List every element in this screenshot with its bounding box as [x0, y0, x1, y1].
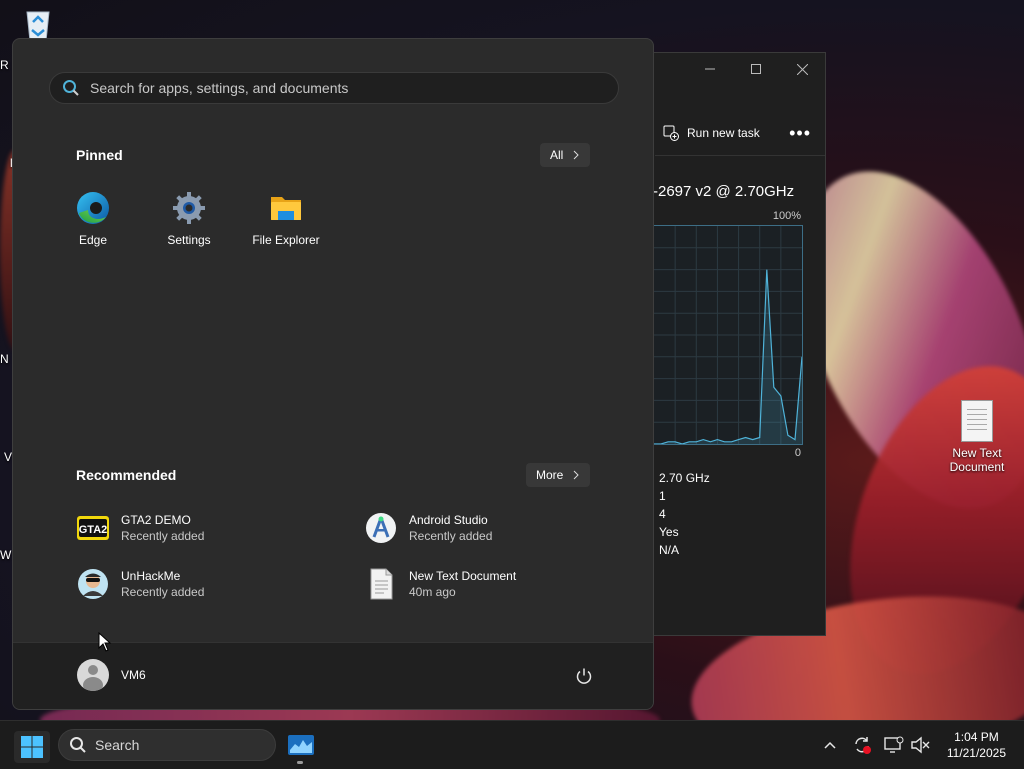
cache-value: N/A [659, 543, 680, 557]
recycle-bin-icon[interactable] [18, 6, 58, 42]
recommended-item-gta2[interactable]: GTA2 GTA2 DEMO Recently added [77, 512, 204, 544]
close-button[interactable] [779, 53, 825, 85]
taskbar-app-task-manager[interactable] [286, 729, 316, 761]
svg-text:GTA2: GTA2 [79, 524, 108, 536]
recommended-item-subtitle: Recently added [121, 529, 205, 543]
chevron-right-icon [573, 150, 580, 160]
recommended-item-subtitle: Recently added [121, 585, 205, 599]
text-document-icon [370, 568, 393, 600]
volume-muted-icon [911, 736, 930, 754]
windows-logo-icon [21, 736, 43, 758]
all-apps-label: All [550, 148, 564, 162]
cpu-stats: 2.70 GHz 1 4 Yes N/A [659, 469, 710, 559]
user-account-button[interactable]: VM6 [77, 659, 146, 691]
running-indicator [297, 761, 303, 764]
sync-error-icon [855, 737, 871, 754]
settings-gear-icon [173, 192, 205, 224]
start-search-box[interactable] [49, 72, 619, 104]
volume-button[interactable] [910, 735, 930, 755]
pinned-app-file-explorer[interactable]: File Explorer [241, 191, 331, 247]
start-menu-footer: VM6 [13, 642, 653, 709]
gta2-icon: GTA2 [77, 516, 109, 540]
pinned-app-edge[interactable]: Edge [48, 191, 138, 247]
chevron-up-icon [824, 741, 836, 749]
search-icon [63, 80, 79, 96]
task-manager-window[interactable]: Run new task ••• -2697 v2 @ 2.70GHz 100%… [640, 52, 826, 636]
desktop-new-text-document[interactable]: New Text Document [944, 400, 1010, 474]
folder-icon [271, 197, 301, 220]
pinned-app-label: Settings [167, 233, 211, 247]
chevron-right-icon [573, 470, 580, 480]
text-document-icon [961, 400, 993, 442]
cpu-model-name: -2697 v2 @ 2.70GHz [653, 183, 795, 200]
task-manager-titlebar [641, 53, 825, 85]
mouse-cursor-icon [98, 632, 112, 652]
recommended-item-new-text-document[interactable]: New Text Document 40m ago [365, 568, 516, 600]
more-recommended-button[interactable]: More [526, 463, 591, 487]
taskbar-search-box[interactable]: Search [58, 729, 276, 761]
cpu-sockets-value: 1 [659, 489, 666, 503]
search-input[interactable] [88, 79, 618, 97]
cpu-utilization-graph [653, 225, 803, 445]
power-icon [576, 668, 592, 684]
run-new-task-label: Run new task [687, 126, 760, 140]
more-options-button[interactable]: ••• [789, 123, 811, 144]
desktop-label-fragment: V [4, 450, 13, 464]
task-manager-icon [288, 735, 314, 755]
recommended-item-subtitle: 40m ago [409, 585, 456, 599]
unhackme-icon [78, 569, 108, 599]
recommended-item-unhackme[interactable]: UnHackMe Recently added [77, 568, 204, 600]
graph-min-label: 0 [794, 447, 801, 459]
recommended-item-subtitle: Recently added [409, 529, 493, 543]
graph-max-label: 100% [772, 210, 801, 222]
run-task-icon [663, 125, 679, 141]
pinned-app-label: Edge [78, 233, 108, 247]
power-button[interactable] [575, 667, 593, 690]
recommended-item-android-studio[interactable]: Android Studio Recently added [365, 512, 492, 544]
taskbar: Search 1:04 PM 11/21/2025 [0, 720, 1024, 769]
pinned-app-label: File Explorer [252, 233, 320, 247]
recommended-item-name: UnHackMe [121, 569, 181, 583]
taskbar-search-label: Search [95, 737, 140, 753]
edge-icon [77, 192, 109, 224]
avatar [77, 659, 109, 691]
clock-time: 1:04 PM [954, 730, 999, 744]
all-apps-button[interactable]: All [540, 143, 591, 167]
minimize-button[interactable] [687, 53, 733, 85]
task-manager-toolbar: Run new task ••• [641, 115, 825, 151]
android-studio-icon [366, 513, 396, 543]
sync-status-button[interactable] [852, 735, 872, 755]
recommended-item-name: GTA2 DEMO [121, 513, 191, 527]
recommended-item-name: Android Studio [409, 513, 488, 527]
divider [655, 155, 825, 156]
desktop-label-fragment: W [0, 548, 12, 562]
recommended-section-title: Recommended [76, 467, 177, 483]
search-icon [70, 737, 86, 753]
cpu-speed-value: 2.70 GHz [659, 471, 710, 485]
desktop-icon-label: New Text Document [949, 446, 1005, 474]
pinned-app-settings[interactable]: Settings [144, 191, 234, 247]
start-button[interactable] [14, 731, 50, 763]
start-menu: Pinned All Edge [12, 38, 654, 710]
show-hidden-icons-button[interactable] [820, 735, 840, 755]
desktop-label-fragment: R [0, 58, 9, 72]
run-new-task-button[interactable]: Run new task [663, 125, 760, 141]
pinned-section-title: Pinned [76, 147, 123, 163]
network-button[interactable] [884, 735, 904, 755]
virtualization-value: Yes [659, 525, 679, 539]
cpu-cores-value: 4 [659, 507, 666, 521]
network-disconnected-icon [884, 736, 904, 753]
more-label: More [536, 468, 564, 482]
taskbar-clock[interactable]: 1:04 PM 11/21/2025 [947, 729, 1006, 761]
desktop-label-fragment: N [0, 352, 9, 366]
clock-date: 11/21/2025 [946, 746, 1006, 760]
recommended-item-name: New Text Document [409, 569, 517, 583]
maximize-button[interactable] [733, 53, 779, 85]
user-name: VM6 [121, 668, 146, 682]
